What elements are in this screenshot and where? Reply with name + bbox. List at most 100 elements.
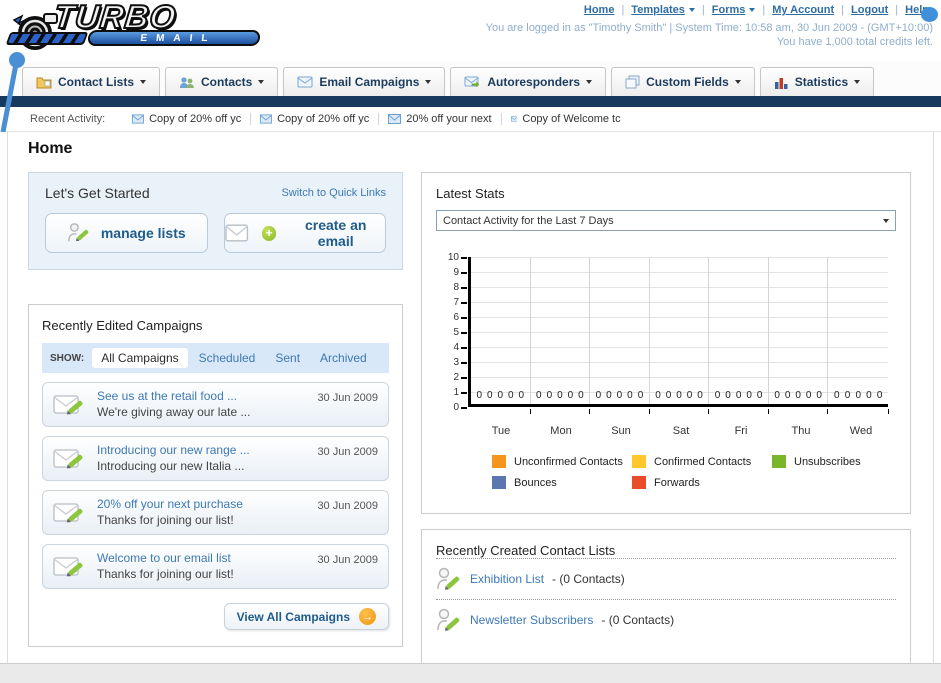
chart-day-group: 00000 — [828, 257, 889, 414]
bar-value-label: 0 — [627, 390, 633, 401]
show-label: SHOW: — [50, 352, 85, 364]
nav-link-my-account[interactable]: My Account — [772, 4, 834, 16]
stats-period-select[interactable]: Contact Activity for the Last 7 Days — [436, 210, 896, 231]
x-axis-label: Mon — [550, 425, 572, 437]
envelope-icon — [260, 114, 273, 124]
recent-activity-bar: Recent Activity: Copy of 20% off yc Copy… — [0, 107, 941, 132]
person-edit-icon — [437, 567, 460, 590]
main-content: Home Let's Get Started Switch to Quick L… — [7, 132, 934, 683]
login-status-text: You are logged in as "Timothy Smith" | S… — [485, 22, 933, 34]
bar-value-label: 0 — [714, 390, 721, 401]
x-axis-label: Sat — [672, 425, 690, 437]
y-axis-tick: 4 — [453, 342, 467, 353]
campaign-date: 30 Jun 2009 — [317, 392, 378, 404]
campaign-row[interactable]: See us at the retail food ... We're givi… — [42, 382, 389, 427]
bar-value-label: 0 — [774, 390, 780, 401]
logo-subtitle: EMAIL — [139, 32, 218, 44]
bar-value-label: 0 — [735, 390, 742, 401]
tab-email-campaigns[interactable]: Email Campaigns — [283, 67, 446, 96]
pages-icon — [625, 75, 640, 89]
page-title: Home — [28, 140, 73, 157]
chart-plot-area: 00000000000000000000000000000000000 — [468, 257, 889, 414]
caret-down-icon — [734, 80, 741, 84]
campaign-row[interactable]: Introducing our new range ... Introducin… — [42, 436, 389, 481]
bar-value-label: 0 — [795, 390, 801, 401]
caret-down-icon — [749, 8, 756, 12]
legend-label: Forwards — [654, 476, 700, 489]
bar-value-label: 0 — [616, 390, 623, 401]
recent-activity-item[interactable]: Copy of 20% off yc — [251, 113, 380, 125]
campaign-row[interactable]: 20% off your next purchase Thanks for jo… — [42, 490, 389, 535]
chart-day-group: 00000 — [709, 257, 769, 414]
filter-all-campaigns[interactable]: All Campaigns — [92, 348, 188, 368]
folder-icon — [36, 77, 52, 88]
legend-swatch — [632, 455, 646, 468]
bar-value-label: 0 — [805, 390, 812, 401]
recent-activity-item[interactable]: 20% off your next — [379, 113, 502, 125]
campaigns-filter-bar: SHOW: All Campaigns Scheduled Sent Archi… — [42, 343, 389, 373]
campaign-link[interactable]: Welcome to our email list — [97, 551, 317, 566]
filter-sent[interactable]: Sent — [266, 348, 309, 368]
recent-activity-item[interactable]: Copy of Welcome tc — [502, 113, 630, 125]
bar-value-label: 0 — [876, 390, 883, 401]
legend-label: Confirmed Contacts — [654, 455, 752, 468]
manage-lists-button[interactable]: manage lists — [45, 213, 208, 253]
tab-contacts[interactable]: Contacts — [165, 67, 279, 96]
envelope-icon — [510, 116, 518, 122]
pin-decoration — [0, 52, 25, 132]
contact-list-item[interactable]: Newsletter Subscribers - (0 Contacts) — [436, 599, 896, 640]
tab-statistics[interactable]: Statistics — [759, 67, 875, 96]
view-all-campaigns-button[interactable]: View All Campaigns → — [223, 603, 389, 630]
legend-label: Bounces — [514, 476, 557, 489]
filter-archived[interactable]: Archived — [311, 348, 376, 368]
campaign-link[interactable]: See us at the retail food ... — [97, 389, 317, 404]
caret-down-icon — [854, 80, 861, 84]
stats-title: Latest Stats — [436, 186, 505, 201]
bar-value-label: 0 — [844, 390, 851, 401]
bar-value-label: 0 — [595, 390, 602, 401]
y-axis-tick: 0 — [453, 402, 467, 413]
contact-activity-chart: 10 9 8 7 6 5 4 3 2 1 0 000000000000000000000000000… — [436, 253, 896, 419]
campaign-link[interactable]: Introducing our new range ... — [97, 443, 317, 458]
contact-list-item[interactable]: Exhibition List - (0 Contacts) — [436, 558, 896, 599]
nav-link-logout[interactable]: Logout — [851, 4, 888, 16]
x-axis-label: Thu — [791, 425, 811, 437]
credits-text: You have 1,000 total credits left. — [776, 36, 933, 48]
recent-activity-item[interactable]: Copy of 20% off yc — [123, 113, 252, 125]
contact-lists-panel: Recently Created Contact Lists Exhibitio… — [421, 529, 911, 683]
create-email-button[interactable]: + create an email — [223, 213, 386, 253]
bar-value-label: 0 — [486, 390, 493, 401]
help-bubble-icon[interactable] — [921, 7, 938, 22]
campaign-link[interactable]: 20% off your next purchase — [97, 497, 317, 512]
nav-link-templates[interactable]: Templates — [631, 4, 685, 16]
tab-contact-lists[interactable]: Contact Lists — [22, 67, 161, 96]
nav-link-forms[interactable]: Forms — [712, 4, 746, 16]
bar-value-label: 0 — [578, 390, 584, 401]
switch-quick-links[interactable]: Switch to Quick Links — [281, 187, 386, 199]
filter-scheduled[interactable]: Scheduled — [190, 348, 265, 368]
tab-autoresponders[interactable]: Autoresponders — [450, 67, 607, 96]
bar-value-label: 0 — [476, 390, 483, 401]
envelope-edit-icon — [53, 449, 83, 469]
envelope-icon — [297, 76, 313, 88]
bar-value-label: 0 — [834, 390, 840, 401]
bar-value-label: 0 — [655, 390, 661, 401]
chart-day-group: 00000 — [590, 257, 650, 414]
tab-custom-fields[interactable]: Custom Fields — [611, 67, 755, 96]
contact-list-link[interactable]: Exhibition List — [470, 572, 544, 586]
recent-activity-label: Recent Activity: — [30, 113, 106, 125]
campaign-row[interactable]: Welcome to our email list Thanks for joi… — [42, 544, 389, 589]
envelope-icon — [224, 224, 248, 242]
bar-value-label: 0 — [676, 390, 682, 401]
campaign-subtitle: We're giving away our late ... — [97, 405, 251, 419]
caret-down-icon — [586, 80, 593, 84]
bar-value-label: 0 — [557, 390, 563, 401]
campaign-date: 30 Jun 2009 — [317, 446, 378, 458]
bar-value-label: 0 — [816, 390, 822, 401]
nav-link-home[interactable]: Home — [584, 4, 615, 16]
campaign-date: 30 Jun 2009 — [317, 554, 378, 566]
y-axis-tick: 5 — [453, 327, 467, 338]
chart-legend: Unconfirmed Contacts Confirmed Contacts Un… — [492, 455, 912, 497]
contact-list-link[interactable]: Newsletter Subscribers — [470, 613, 593, 627]
chart-day-group: 00000 — [769, 257, 829, 414]
